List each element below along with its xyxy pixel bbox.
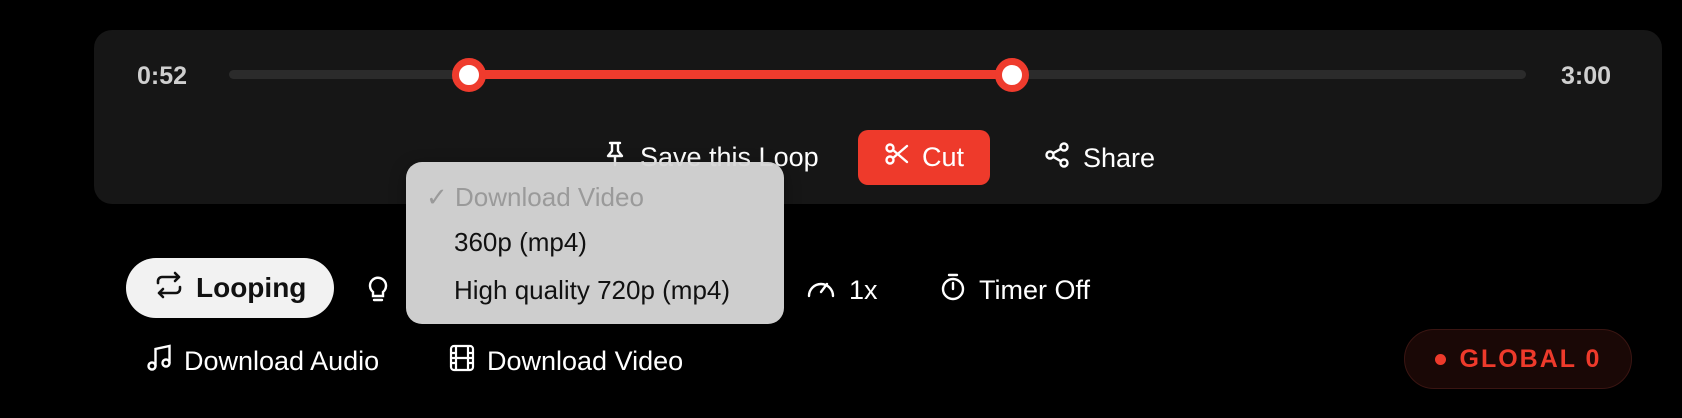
cut-button[interactable]: Cut: [858, 130, 991, 185]
download-video-label: Download Video: [487, 346, 684, 376]
speedometer-icon: [805, 272, 837, 309]
current-time: 0:52: [137, 62, 188, 90]
download-video-dropdown: ✓ Download Video 360p (mp4) High quality…: [406, 162, 784, 324]
speed-label: 1x: [849, 275, 878, 305]
download-audio-label: Download Audio: [184, 346, 380, 376]
checkmark-icon: ✓: [426, 182, 448, 212]
status-dot-icon: [1434, 353, 1446, 365]
scissors-icon: [884, 141, 910, 174]
share-label: Share: [1083, 143, 1156, 173]
repeat-icon: [154, 270, 184, 307]
timer-label: Timer Off: [979, 275, 1091, 305]
total-time: 3:00: [1561, 62, 1612, 90]
looping-toggle[interactable]: Looping: [126, 258, 335, 318]
looping-label: Looping: [196, 272, 307, 303]
lightbulb-button[interactable]: [365, 274, 391, 311]
loop-end-handle[interactable]: [995, 58, 1029, 92]
download-video-button[interactable]: Download Video: [449, 344, 683, 379]
speed-button[interactable]: 1x: [805, 272, 878, 309]
option-720p[interactable]: High quality 720p (mp4): [454, 275, 730, 306]
share-button[interactable]: Share: [1043, 141, 1155, 176]
share-icon: [1043, 141, 1071, 176]
dropdown-header-label: Download Video: [455, 182, 644, 212]
global-badge[interactable]: GLOBAL 0: [1404, 329, 1632, 389]
cut-label: Cut: [922, 142, 965, 172]
lightbulb-icon: [365, 274, 391, 311]
download-audio-button[interactable]: Download Audio: [146, 344, 379, 379]
timer-button[interactable]: Timer Off: [939, 272, 1090, 309]
film-icon: [449, 344, 475, 379]
global-badge-label: GLOBAL 0: [1459, 344, 1602, 373]
option-360p[interactable]: 360p (mp4): [454, 227, 587, 258]
music-note-icon: [146, 344, 172, 379]
loop-start-handle[interactable]: [452, 58, 486, 92]
stopwatch-icon: [939, 272, 967, 309]
loop-range: [466, 70, 1009, 79]
dropdown-header: ✓ Download Video: [426, 182, 644, 213]
